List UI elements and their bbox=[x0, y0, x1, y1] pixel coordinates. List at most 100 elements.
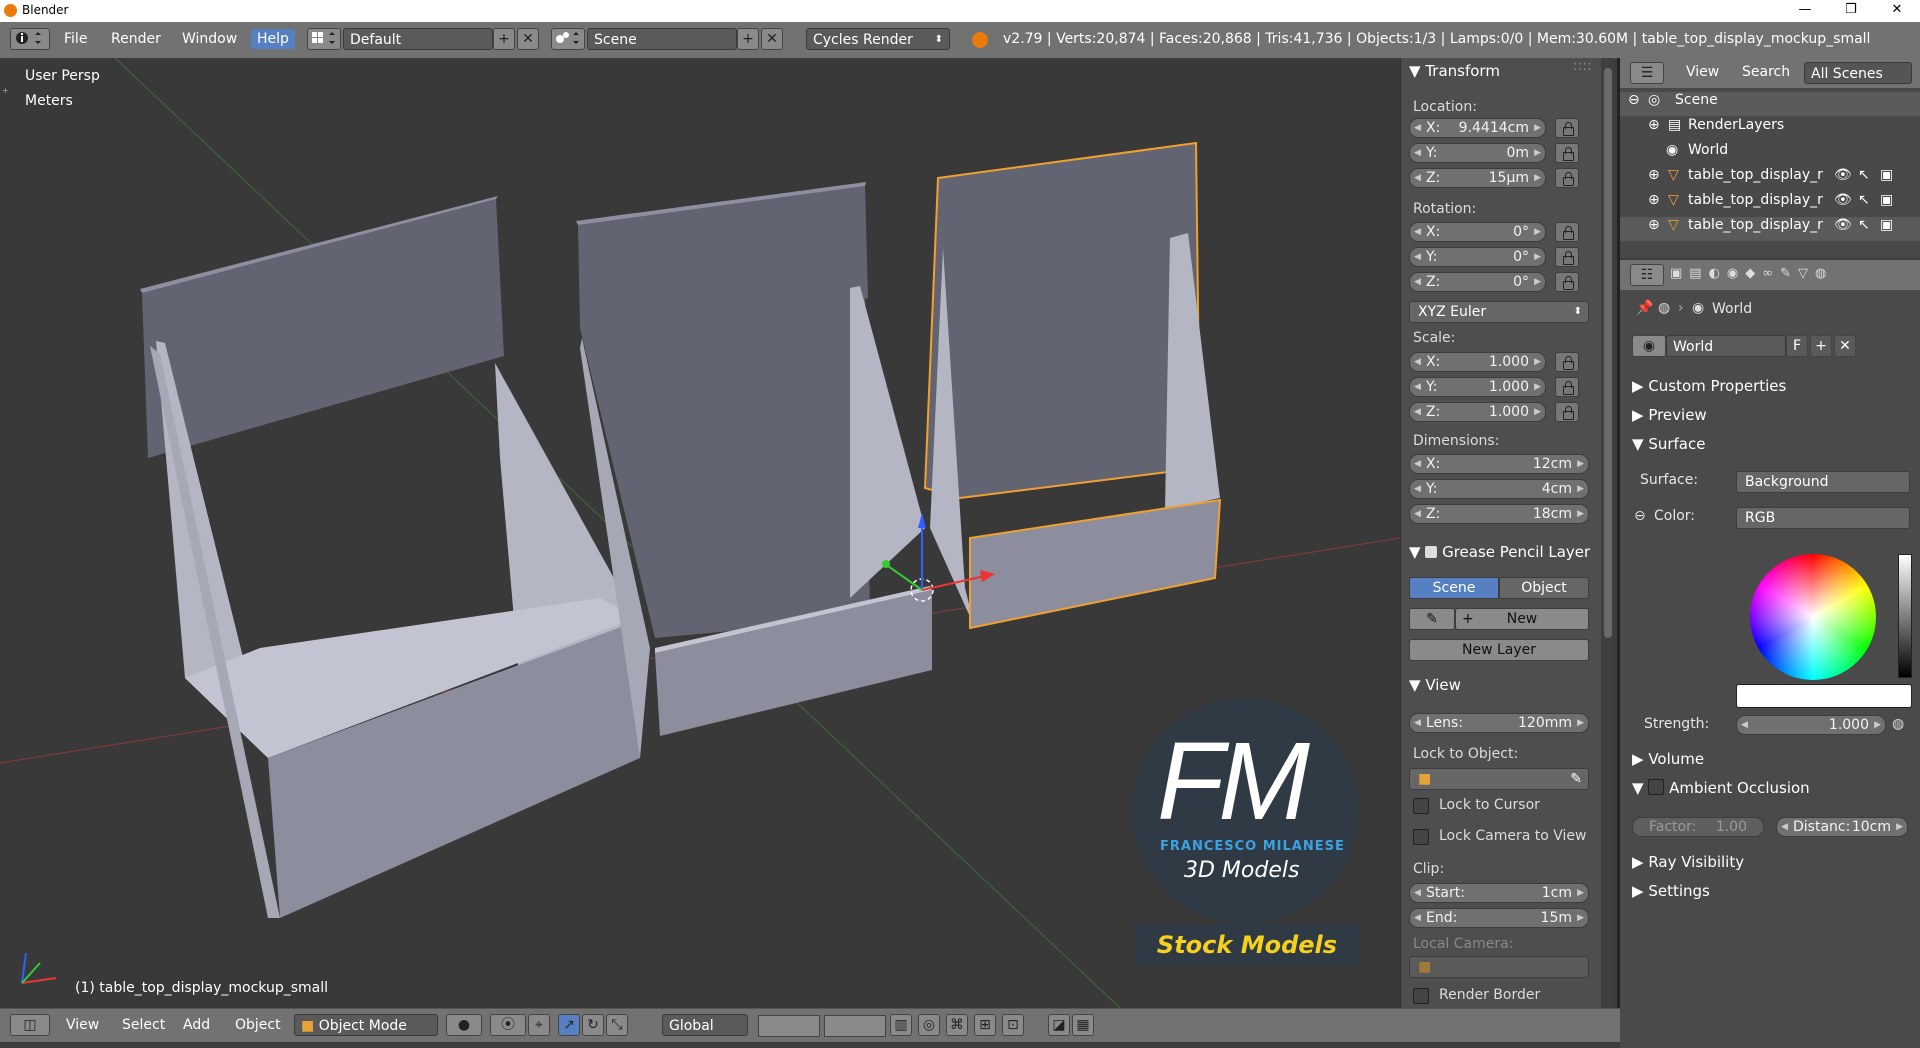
scale-y-field[interactable]: ◀ Y: 1.000 ▶ bbox=[1409, 377, 1546, 397]
select-arrow-icon[interactable]: ↖ bbox=[1858, 167, 1870, 183]
grease-pencil-checkbox[interactable] bbox=[1425, 546, 1438, 558]
outliner-row-renderlayers[interactable]: ⊕ ▤ RenderLayers bbox=[1620, 117, 1920, 141]
toolshelf-toggle-icon[interactable]: + bbox=[2, 86, 10, 95]
lock-rotation-z-icon[interactable] bbox=[1555, 272, 1579, 292]
clip-start-field[interactable]: ◀ Start: 1cm ▶ bbox=[1409, 883, 1589, 903]
bottom-menu-add[interactable]: Add bbox=[183, 1017, 210, 1033]
color-source-select[interactable]: RGB bbox=[1736, 507, 1910, 529]
local-camera-field[interactable]: ■ bbox=[1409, 956, 1589, 978]
snap-toggle-icon[interactable]: ⌘ bbox=[946, 1014, 968, 1036]
grease-pencil-panel-header[interactable]: ▼ Grease Pencil Layer bbox=[1409, 543, 1590, 561]
outliner-row-object-2[interactable]: ⊕ ▽ table_top_display_r 👁 ↖ ▣ bbox=[1620, 192, 1920, 216]
transform-orientation-select[interactable]: Global bbox=[662, 1014, 748, 1036]
lock-location-z-icon[interactable] bbox=[1555, 168, 1579, 188]
render-camera-icon[interactable]: ▣ bbox=[1880, 192, 1893, 208]
pencil-icon[interactable]: ✎ bbox=[1409, 608, 1455, 630]
lock-scale-x-icon[interactable] bbox=[1555, 352, 1579, 372]
render-animation-icon[interactable]: ▦ bbox=[1072, 1014, 1094, 1036]
outliner-row-object-3[interactable]: ⊕ ▽ table_top_display_r 👁 ↖ ▣ bbox=[1620, 217, 1920, 241]
editor-type-button[interactable] bbox=[10, 28, 50, 50]
bottom-menu-view[interactable]: View bbox=[66, 1017, 99, 1033]
expand-icon[interactable]: ⊕ bbox=[1648, 117, 1660, 133]
snap-element-icon[interactable]: ⊞ bbox=[974, 1014, 996, 1036]
surface-panel[interactable]: ▼ Surface bbox=[1632, 435, 1705, 453]
pivot-point-icon[interactable]: ⦿ bbox=[490, 1014, 526, 1036]
npanel-scrollbar[interactable] bbox=[1602, 58, 1614, 1008]
view3d-editor-icon[interactable]: ◫ bbox=[10, 1014, 50, 1036]
outliner-menu-view[interactable]: View bbox=[1686, 64, 1719, 80]
npanel-scrollbar-thumb[interactable] bbox=[1604, 68, 1612, 638]
select-arrow-icon[interactable]: ↖ bbox=[1858, 217, 1870, 233]
view-panel-header[interactable]: ▼ View bbox=[1409, 676, 1461, 694]
surface-shader-select[interactable]: Background bbox=[1736, 471, 1910, 493]
location-z-field[interactable]: ◀ Z: 15µm ▶ bbox=[1409, 168, 1546, 188]
color-socket-icon[interactable]: ⊖ bbox=[1634, 508, 1646, 524]
scale-manipulator-icon[interactable]: ⤡ bbox=[606, 1014, 628, 1036]
add-scene-button[interactable]: + bbox=[737, 28, 759, 50]
lock-cursor-checkbox[interactable] bbox=[1413, 798, 1429, 814]
scene-field[interactable]: Scene bbox=[587, 28, 737, 50]
grease-object-toggle[interactable]: Object bbox=[1499, 577, 1589, 599]
rotation-mode-select[interactable]: XYZ Euler ⬍ bbox=[1409, 301, 1589, 323]
dimension-z-field[interactable]: ◀ Z: 18cm ▶ bbox=[1409, 504, 1589, 524]
add-layout-button[interactable]: + bbox=[493, 28, 515, 50]
layers-grid-2[interactable] bbox=[824, 1015, 886, 1037]
scale-z-field[interactable]: ◀ Z: 1.000 ▶ bbox=[1409, 402, 1546, 422]
rotation-z-field[interactable]: ◀ Z: 0° ▶ bbox=[1409, 272, 1546, 292]
bottom-menu-select[interactable]: Select bbox=[122, 1017, 165, 1033]
unlink-world-button[interactable]: ✕ bbox=[1834, 335, 1856, 357]
strength-socket-icon[interactable]: ◍ bbox=[1892, 716, 1904, 732]
render-camera-icon[interactable]: ▣ bbox=[1880, 217, 1893, 233]
ray-visibility-panel[interactable]: ▶ Ray Visibility bbox=[1632, 853, 1744, 871]
screen-layout-field[interactable]: Default bbox=[343, 28, 493, 50]
mode-select[interactable]: ■ Object Mode bbox=[294, 1014, 438, 1036]
ambient-occlusion-checkbox[interactable] bbox=[1648, 779, 1665, 795]
color-swatch[interactable] bbox=[1736, 684, 1912, 708]
custom-properties-panel[interactable]: ▶ Custom Properties bbox=[1632, 377, 1786, 395]
color-value-slider[interactable] bbox=[1898, 554, 1912, 678]
preview-panel[interactable]: ▶ Preview bbox=[1632, 406, 1707, 424]
outliner-filter-select[interactable]: All Scenes bbox=[1804, 62, 1912, 84]
bottom-menu-object[interactable]: Object bbox=[235, 1017, 281, 1033]
lock-scale-y-icon[interactable] bbox=[1555, 377, 1579, 397]
select-arrow-icon[interactable]: ↖ bbox=[1858, 192, 1870, 208]
translate-manipulator-icon[interactable]: ↗ bbox=[558, 1014, 580, 1036]
3d-viewport[interactable]: User Persp Meters + (1) table_top_displa… bbox=[0, 58, 1400, 1008]
eye-icon[interactable]: 👁 bbox=[1834, 192, 1852, 208]
proportional-edit-icon[interactable]: ◎ bbox=[918, 1014, 940, 1036]
transform-panel-header[interactable]: ▼ Transform bbox=[1409, 62, 1500, 80]
world-name-field[interactable]: World bbox=[1666, 335, 1786, 357]
lock-camera-icon[interactable]: ▥ bbox=[890, 1014, 912, 1036]
outliner-row-scene[interactable]: ⊖ ◎ Scene bbox=[1620, 92, 1920, 116]
render-border-checkbox[interactable] bbox=[1413, 988, 1429, 1004]
properties-context-tabs[interactable]: ▣▤◐◉◆∞✎▽◍ bbox=[1670, 266, 1915, 286]
lock-scale-z-icon[interactable] bbox=[1555, 402, 1579, 422]
location-y-field[interactable]: ◀ Y: 0m ▶ bbox=[1409, 143, 1546, 163]
lens-field[interactable]: ◀ Lens: 120mm ▶ bbox=[1409, 713, 1589, 733]
delete-scene-button[interactable]: ✕ bbox=[761, 28, 783, 50]
lock-camera-checkbox[interactable] bbox=[1413, 829, 1429, 845]
render-engine-select[interactable]: Cycles Render ⬍ bbox=[806, 28, 950, 50]
eyedropper-icon[interactable]: ✎ bbox=[1570, 769, 1582, 789]
collapse-icon[interactable]: ⊖ bbox=[1628, 92, 1640, 108]
outliner-menu-search[interactable]: Search bbox=[1742, 64, 1790, 80]
dimension-y-field[interactable]: ◀ Y: 4cm ▶ bbox=[1409, 479, 1589, 499]
clip-end-field[interactable]: ◀ End: 15m ▶ bbox=[1409, 908, 1589, 928]
expand-icon[interactable]: ⊕ bbox=[1648, 217, 1660, 233]
world-browse-icon[interactable]: ◉ bbox=[1632, 335, 1666, 357]
expand-icon[interactable]: ⊕ bbox=[1648, 192, 1660, 208]
lock-rotation-y-icon[interactable] bbox=[1555, 247, 1579, 267]
settings-panel[interactable]: ▶ Settings bbox=[1632, 882, 1710, 900]
eye-icon[interactable]: 👁 bbox=[1834, 217, 1852, 233]
minimize-button[interactable]: — bbox=[1782, 0, 1828, 22]
maximize-button[interactable]: ❒ bbox=[1828, 0, 1874, 22]
close-window-button[interactable]: ✕ bbox=[1874, 0, 1920, 22]
strength-field[interactable]: ◀ 1.000 ▶ bbox=[1736, 715, 1886, 735]
fake-user-button[interactable]: F bbox=[1786, 335, 1808, 357]
new-layer-button[interactable]: New Layer bbox=[1409, 639, 1589, 661]
delete-layout-button[interactable]: ✕ bbox=[517, 28, 539, 50]
viewport-shading-icon[interactable]: ● bbox=[446, 1014, 482, 1036]
menu-help[interactable]: Help bbox=[251, 29, 295, 49]
lock-rotation-x-icon[interactable] bbox=[1555, 222, 1579, 242]
menu-render[interactable]: Render bbox=[111, 31, 161, 47]
